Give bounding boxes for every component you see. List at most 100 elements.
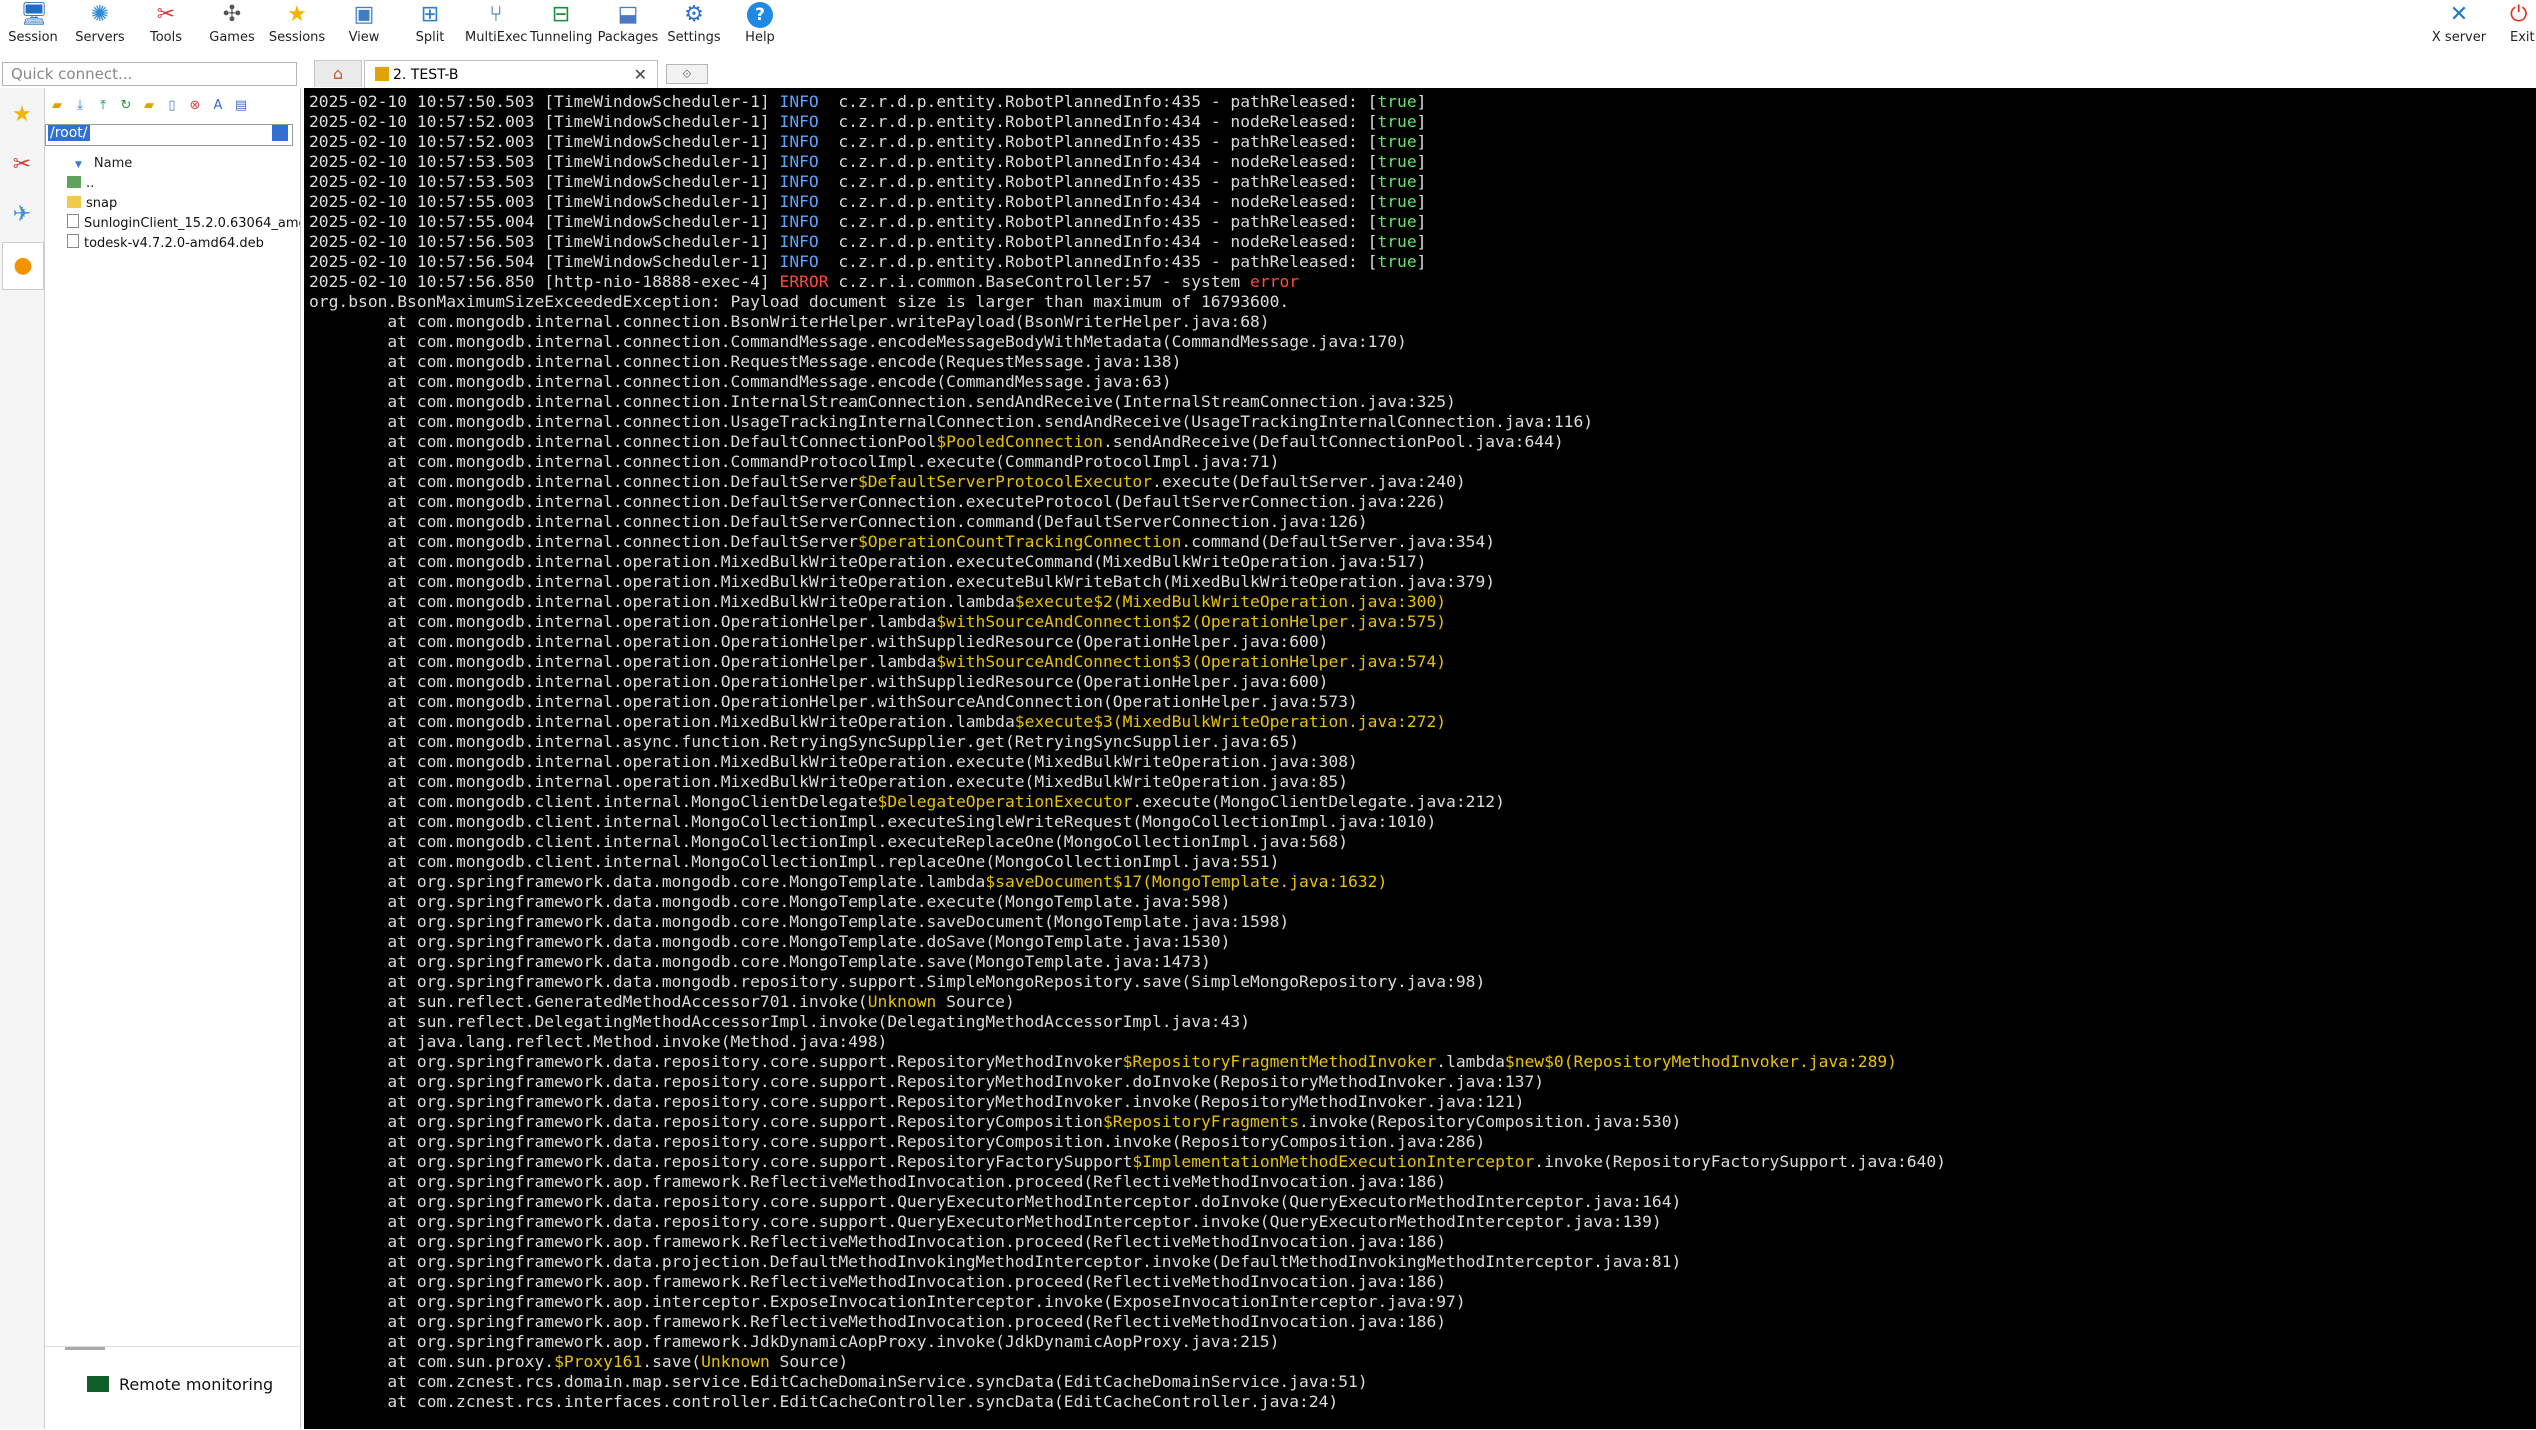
- log-value: true: [1377, 172, 1417, 191]
- log-value: true: [1377, 152, 1417, 171]
- file-row[interactable]: snap: [45, 194, 300, 214]
- close-tab-icon[interactable]: ✕: [634, 61, 647, 89]
- toolbar-session-button[interactable]: 🖥 Session: [2, 2, 64, 54]
- toolbar-multiexec-button[interactable]: ⑂ MultiExec: [465, 2, 527, 54]
- stack-frame: at org.springframework.data.mongodb.core…: [309, 952, 2536, 972]
- download-icon[interactable]: ⤓: [72, 98, 88, 114]
- session-tab[interactable]: 2. TEST-B ✕: [364, 60, 658, 89]
- refresh-icon[interactable]: ↻: [118, 98, 134, 114]
- stack-frame: at com.mongodb.client.internal.MongoColl…: [309, 852, 2536, 872]
- remote-monitoring-button[interactable]: Remote monitoring: [87, 1375, 273, 1394]
- log-prefix: 2025-02-10 10:57:50.503 [TimeWindowSched…: [309, 92, 780, 111]
- stack-at: at: [309, 972, 417, 991]
- view-icon: ▣: [353, 2, 375, 27]
- rail-sftp-icon[interactable]: ●: [2, 242, 44, 290]
- rail-tools-icon[interactable]: ✂: [2, 142, 42, 188]
- log-message: c.z.r.d.p.entity.RobotPlannedInfo:435 - …: [828, 212, 1378, 231]
- home-tab[interactable]: ⌂: [314, 60, 362, 87]
- toolbar-help-button[interactable]: ? Help: [729, 2, 791, 54]
- toolbar-sessions-button[interactable]: ★ Sessions: [266, 2, 328, 54]
- log-prefix: 2025-02-10 10:57:53.503 [TimeWindowSched…: [309, 152, 780, 171]
- stack-text: .sendAndReceive(DefaultConnectionPool.ja…: [1102, 432, 1564, 451]
- new-file-icon[interactable]: ▯: [164, 98, 180, 114]
- stack-at: at: [309, 1212, 417, 1231]
- path-input[interactable]: /root/ ⌄: [45, 124, 293, 146]
- toolbar-packages-button[interactable]: ⬓ Packages: [597, 2, 659, 54]
- stack-frame: at com.mongodb.internal.operation.MixedB…: [309, 712, 2536, 732]
- log-message: c.z.r.d.p.entity.RobotPlannedInfo:435 - …: [828, 172, 1378, 191]
- toolbar-xserver-button[interactable]: ✕ X server: [2428, 2, 2490, 54]
- stack-text: org.springframework.aop.framework.Reflec…: [416, 1312, 1447, 1331]
- stack-frame: at org.springframework.data.repository.c…: [309, 1132, 2536, 1152]
- stack-frame: at com.mongodb.internal.connection.Comma…: [309, 452, 2536, 472]
- toolbar-split-button[interactable]: ⊞ Split: [399, 2, 461, 54]
- stack-text: .execute(MongoClientDelegate.java:212): [1132, 792, 1505, 811]
- log-value: true: [1377, 252, 1417, 271]
- stack-text: com.mongodb.internal.operation.MixedBulk…: [416, 772, 1349, 791]
- stack-frame: at com.mongodb.client.internal.MongoColl…: [309, 812, 2536, 832]
- stack-at: at: [309, 1292, 417, 1311]
- new-folder-icon[interactable]: ▰: [141, 98, 157, 114]
- stack-highlight: $2(OperationHelper.java:575): [1171, 612, 1447, 631]
- stack-at: at: [309, 1252, 417, 1271]
- stack-at: at: [309, 1112, 417, 1131]
- delete-icon[interactable]: ⊗: [187, 98, 203, 114]
- stack-frame: at com.mongodb.internal.operation.Operat…: [309, 612, 2536, 632]
- stack-text: .command(DefaultServer.java:354): [1181, 532, 1496, 551]
- terminal-view[interactable]: 2025-02-10 10:57:50.503 [TimeWindowSched…: [304, 88, 2536, 1429]
- stack-text: com.zcnest.rcs.domain.map.service.EditCa…: [416, 1372, 1368, 1391]
- stack-at: at: [309, 1232, 417, 1251]
- log-level: INFO: [779, 252, 829, 271]
- log-level: INFO: [779, 212, 829, 231]
- file-row[interactable]: ..: [45, 174, 300, 194]
- stack-text: .execute(DefaultServer.java:240): [1152, 472, 1466, 491]
- file-row[interactable]: todesk-v4.7.2.0-amd64.deb: [45, 234, 300, 254]
- log-prefix: 2025-02-10 10:57:52.003 [TimeWindowSched…: [309, 112, 780, 131]
- multiexec-icon: ⑂: [489, 2, 503, 27]
- parent-folder-icon[interactable]: ▰: [49, 98, 65, 114]
- stack-at: at: [309, 452, 417, 471]
- stack-frame: at com.sun.proxy.$Proxy161.save(Unknown …: [309, 1352, 2536, 1372]
- toolbar-settings-button[interactable]: ⚙ Settings: [663, 2, 725, 54]
- panel-resize-handle[interactable]: [65, 1347, 105, 1350]
- upload-icon[interactable]: ⤒: [95, 98, 111, 114]
- properties-icon[interactable]: ▤: [233, 98, 249, 114]
- stack-text: com.mongodb.internal.connection.DefaultS…: [416, 532, 858, 551]
- stack-highlight: $DelegateOperationExecutor: [877, 792, 1133, 811]
- stack-frame: at com.mongodb.client.internal.MongoClie…: [309, 792, 2536, 812]
- chevron-down-icon[interactable]: ⌄: [272, 125, 288, 141]
- stack-text: org.springframework.data.repository.core…: [416, 1092, 1525, 1111]
- stack-text: .lambda: [1436, 1052, 1505, 1071]
- stack-text: org.springframework.data.repository.core…: [416, 1132, 1486, 1151]
- log-level: INFO: [779, 152, 829, 171]
- rail-sessions-star-icon[interactable]: ★: [2, 92, 42, 138]
- name-column-header[interactable]: ▼ Name: [45, 154, 300, 174]
- stack-highlight: $2(MixedBulkWriteOperation.java:300): [1093, 592, 1447, 611]
- toolbar-exit-button[interactable]: ⏻ Exit: [2496, 2, 2536, 54]
- log-level: INFO: [779, 112, 829, 131]
- stack-frame: at org.springframework.data.repository.c…: [309, 1192, 2536, 1212]
- stack-text: com.mongodb.internal.operation.Operation…: [416, 652, 937, 671]
- toolbar-tools-button[interactable]: ✂ Tools: [135, 2, 197, 54]
- rail-macros-icon[interactable]: ✈: [2, 192, 42, 238]
- stack-frame: at com.mongodb.internal.operation.MixedB…: [309, 552, 2536, 572]
- log-prefix: 2025-02-10 10:57:56.850 [http-nio-18888-…: [309, 272, 780, 291]
- stack-text: com.mongodb.internal.operation.MixedBulk…: [416, 552, 1427, 571]
- quick-connect-input[interactable]: Quick connect...: [2, 62, 297, 86]
- stack-frame: at com.zcnest.rcs.domain.map.service.Edi…: [309, 1372, 2536, 1392]
- toolbar-servers-button[interactable]: ✺ Servers: [69, 2, 131, 54]
- file-row[interactable]: SunloginClient_15.2.0.63064_amd64.deb: [45, 214, 300, 234]
- rename-icon[interactable]: A: [210, 98, 226, 114]
- log-value: true: [1377, 192, 1417, 211]
- exception-text: org.bson.BsonMaximumSizeExceededExceptio…: [309, 292, 1290, 311]
- new-tab-button[interactable]: ⟐: [666, 64, 708, 84]
- stack-at: at: [309, 912, 417, 931]
- stack-text: com.mongodb.internal.connection.Internal…: [416, 392, 1456, 411]
- toolbar-games-button[interactable]: ✣ Games: [201, 2, 263, 54]
- toolbar-view-button[interactable]: ▣ View: [333, 2, 395, 54]
- stack-at: at: [309, 312, 417, 331]
- toolbar-tunneling-button[interactable]: ⊟ Tunneling: [530, 2, 592, 54]
- stack-frame: at org.springframework.data.projection.D…: [309, 1252, 2536, 1272]
- help-icon: ?: [747, 2, 773, 28]
- packages-icon: ⬓: [617, 2, 639, 27]
